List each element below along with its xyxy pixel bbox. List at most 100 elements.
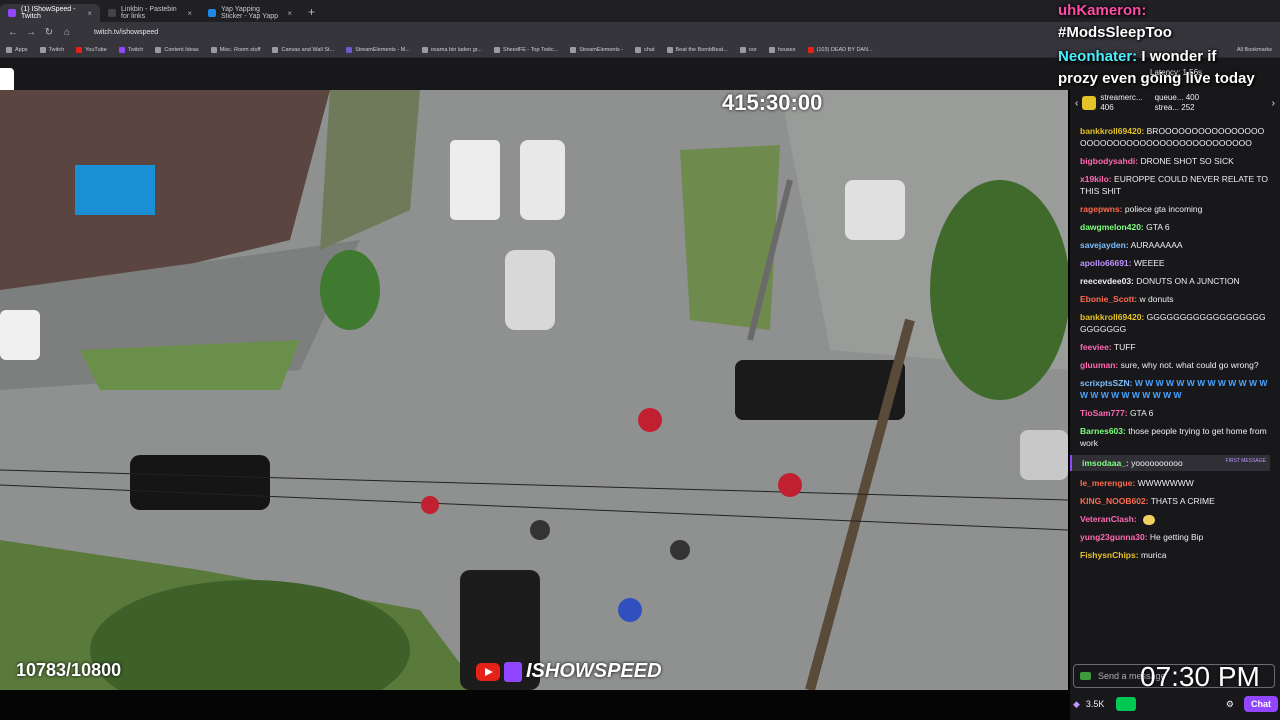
globe-icon	[493, 46, 500, 53]
chat-message-first: FIRST MESSAGE imsodaaa_: yoooooooooo	[1070, 455, 1270, 471]
chat-username[interactable]: bankkroll69420:	[1080, 126, 1144, 136]
gift-sub-leaderboard: ‹ streamerc... 406 queue... 400 strea... 2…	[1075, 88, 1275, 118]
browser-tab-twitch[interactable]: (1) IShowSpeed - Twitch ×	[0, 4, 100, 22]
leader-entry[interactable]: streamerc... 406	[1100, 93, 1142, 113]
bookmark-label: Beat the BombBeat...	[675, 46, 728, 53]
bookmark-label: SheedFE - Top Twitc...	[502, 46, 559, 53]
apps-icon	[6, 46, 12, 53]
leader-name: streamerc...	[1100, 93, 1143, 102]
chat-username[interactable]: reecevdee03:	[1080, 276, 1134, 286]
bookmark-label: Twitch	[127, 46, 144, 53]
forward-icon[interactable]: →	[26, 27, 36, 38]
chat-username[interactable]: Barnes603:	[1080, 426, 1126, 436]
bookmark-item[interactable]: StreamElements -	[570, 46, 623, 53]
caption-user: uhKameron:	[1058, 2, 1147, 19]
browser-tab-linkbin[interactable]: Linkbin - Pastebin for links ×	[100, 4, 200, 22]
chat-message: bankkroll69420: GGGGGGGGGGGGGGGGGGGGGGGG…	[1080, 311, 1270, 335]
close-tab-icon[interactable]: ×	[87, 9, 92, 18]
chat-text: He getting Bip	[1149, 532, 1204, 542]
overlay-caption: uhKameron:	[1058, 2, 1146, 19]
browser-tab-yap[interactable]: Yap Yapping Sticker - Yap Yapp ×	[200, 4, 300, 22]
bookmark-item[interactable]: chat	[635, 46, 655, 53]
chat-username[interactable]: apollo66691:	[1080, 258, 1132, 268]
chat-text: WEEEE	[1133, 258, 1165, 268]
chat-username[interactable]: feeviee:	[1080, 342, 1112, 352]
bookmark-item[interactable]: YouTube	[76, 46, 107, 53]
chat-text: AURAAAAAA	[1130, 240, 1183, 250]
video-player[interactable]	[0, 90, 1068, 690]
emote-picker-icon[interactable]	[1080, 672, 1091, 680]
stream-clock: 07:30 PM	[1140, 661, 1260, 692]
bookmark-label: Canvas and Wall St...	[281, 46, 335, 53]
chat-username[interactable]: bankkroll69420:	[1080, 312, 1144, 322]
chat-username[interactable]: le_merengue:	[1080, 478, 1135, 488]
chat-username[interactable]: VeteranClash:	[1080, 514, 1137, 524]
settings-icon[interactable]: ⚙	[1226, 699, 1234, 710]
close-tab-icon[interactable]: ×	[287, 9, 292, 18]
chat-message: x19kilo: EUROPPE COULD NEVER RELATE TO T…	[1080, 173, 1270, 197]
back-icon[interactable]: ←	[8, 27, 18, 38]
bookmark-item[interactable]: Twitch	[118, 46, 144, 53]
chat-username[interactable]: dawgmelon420:	[1080, 222, 1144, 232]
chat-username[interactable]: FishysnChips:	[1080, 550, 1139, 560]
bookmark-item[interactable]: oor	[739, 46, 757, 53]
close-tab-icon[interactable]: ×	[187, 9, 192, 18]
chat-message-list: bankkroll69420: BROOOOOOOOOOOOOOOOOOOOOO…	[1070, 125, 1270, 567]
bookmark-label: Misc. Room stuff	[219, 46, 261, 53]
leader-entry[interactable]: queue... 400 strea... 252	[1155, 93, 1200, 113]
chat-username[interactable]: imsodaaa_:	[1082, 458, 1129, 468]
streamelements-icon	[346, 46, 353, 53]
home-icon[interactable]: ⌂	[62, 27, 72, 38]
chat-message: scrixptsSZN: W W W W W W W W W W W W W W…	[1080, 377, 1270, 401]
bookmark-item[interactable]: Beat the BombBeat...	[666, 46, 728, 53]
chat-username[interactable]: gluuman:	[1080, 360, 1118, 370]
url-field[interactable]: twitch.tv/ishowspeed	[94, 29, 158, 36]
chat-message: bigbodysahdi: DRONE SHOT SO SICK	[1080, 155, 1270, 167]
chat-message: yung23gunna30: He getting Bip	[1080, 531, 1270, 543]
bookmark-item[interactable]: SheedFE - Top Twitc...	[493, 46, 559, 53]
bookmark-item[interactable]: Content Ideas	[155, 46, 199, 53]
player-bottom-strip	[0, 690, 1070, 720]
drone-footage	[0, 90, 1068, 690]
folder-icon	[210, 46, 217, 53]
bookmark-item[interactable]: (103) DEAD BY DAN...	[807, 46, 873, 53]
chat-message: reecevdee03: DONUTS ON A JUNCTION	[1080, 275, 1270, 287]
chat-username[interactable]: savejayden:	[1080, 240, 1129, 250]
chat-text: sure, why not. what could go wrong?	[1120, 360, 1259, 370]
twitch-icon	[118, 46, 125, 53]
bookmark-item[interactable]: Apps	[6, 46, 28, 53]
all-bookmarks-button[interactable]: All Bookmarks	[1237, 42, 1272, 58]
tab-title: Yap Yapping Sticker - Yap Yapp	[221, 6, 279, 20]
chat-text: GTA 6	[1146, 222, 1170, 232]
chat-username[interactable]: x19kilo:	[1080, 174, 1112, 184]
bookmark-item[interactable]: Twitch	[39, 46, 65, 53]
bookmark-label: houses	[777, 46, 796, 53]
chat-message: ragepwns: poliece gta incoming	[1080, 203, 1270, 215]
chat-username[interactable]: TioSam777:	[1080, 408, 1128, 418]
bookmark-item[interactable]: Canvas and Wall St...	[272, 46, 335, 53]
chat-username[interactable]: Ebonie_Scott:	[1080, 294, 1137, 304]
channel-points-icon[interactable]: ◆	[1073, 699, 1080, 710]
chat-username[interactable]: ragepwns:	[1080, 204, 1123, 214]
reload-icon[interactable]: ↻	[44, 27, 54, 38]
chat-send-button[interactable]: Chat	[1244, 696, 1278, 712]
bookmark-item[interactable]: osama bin laden gr...	[421, 46, 482, 53]
new-tab-button[interactable]: +	[300, 4, 323, 22]
chat-message: Ebonie_Scott: w donuts	[1080, 293, 1270, 305]
bookmark-item[interactable]: StreamElements - M...	[346, 46, 410, 53]
chat-username[interactable]: scrixptsSZN:	[1080, 378, 1132, 388]
chat-message: le_merengue: WWWWWWW	[1080, 477, 1270, 489]
chat-username[interactable]: KING_NOOB602:	[1080, 496, 1149, 506]
bookmark-label: Twitch	[48, 46, 65, 53]
bookmark-item[interactable]: Misc. Room stuff	[210, 46, 261, 53]
leader-count: 252	[1181, 103, 1195, 112]
bookmark-label: chat	[644, 46, 655, 53]
chat-username[interactable]: bigbodysahdi:	[1080, 156, 1138, 166]
chevron-right-icon[interactable]: ›	[1272, 98, 1275, 109]
rewards-icon[interactable]	[1116, 697, 1137, 711]
chat-username[interactable]: yung23gunna30:	[1080, 532, 1148, 542]
chevron-left-icon[interactable]: ‹	[1075, 98, 1078, 109]
bookmark-label: (103) DEAD BY DAN...	[816, 46, 873, 53]
twitch-favicon-icon	[8, 9, 16, 17]
bookmark-item[interactable]: houses	[768, 46, 796, 53]
